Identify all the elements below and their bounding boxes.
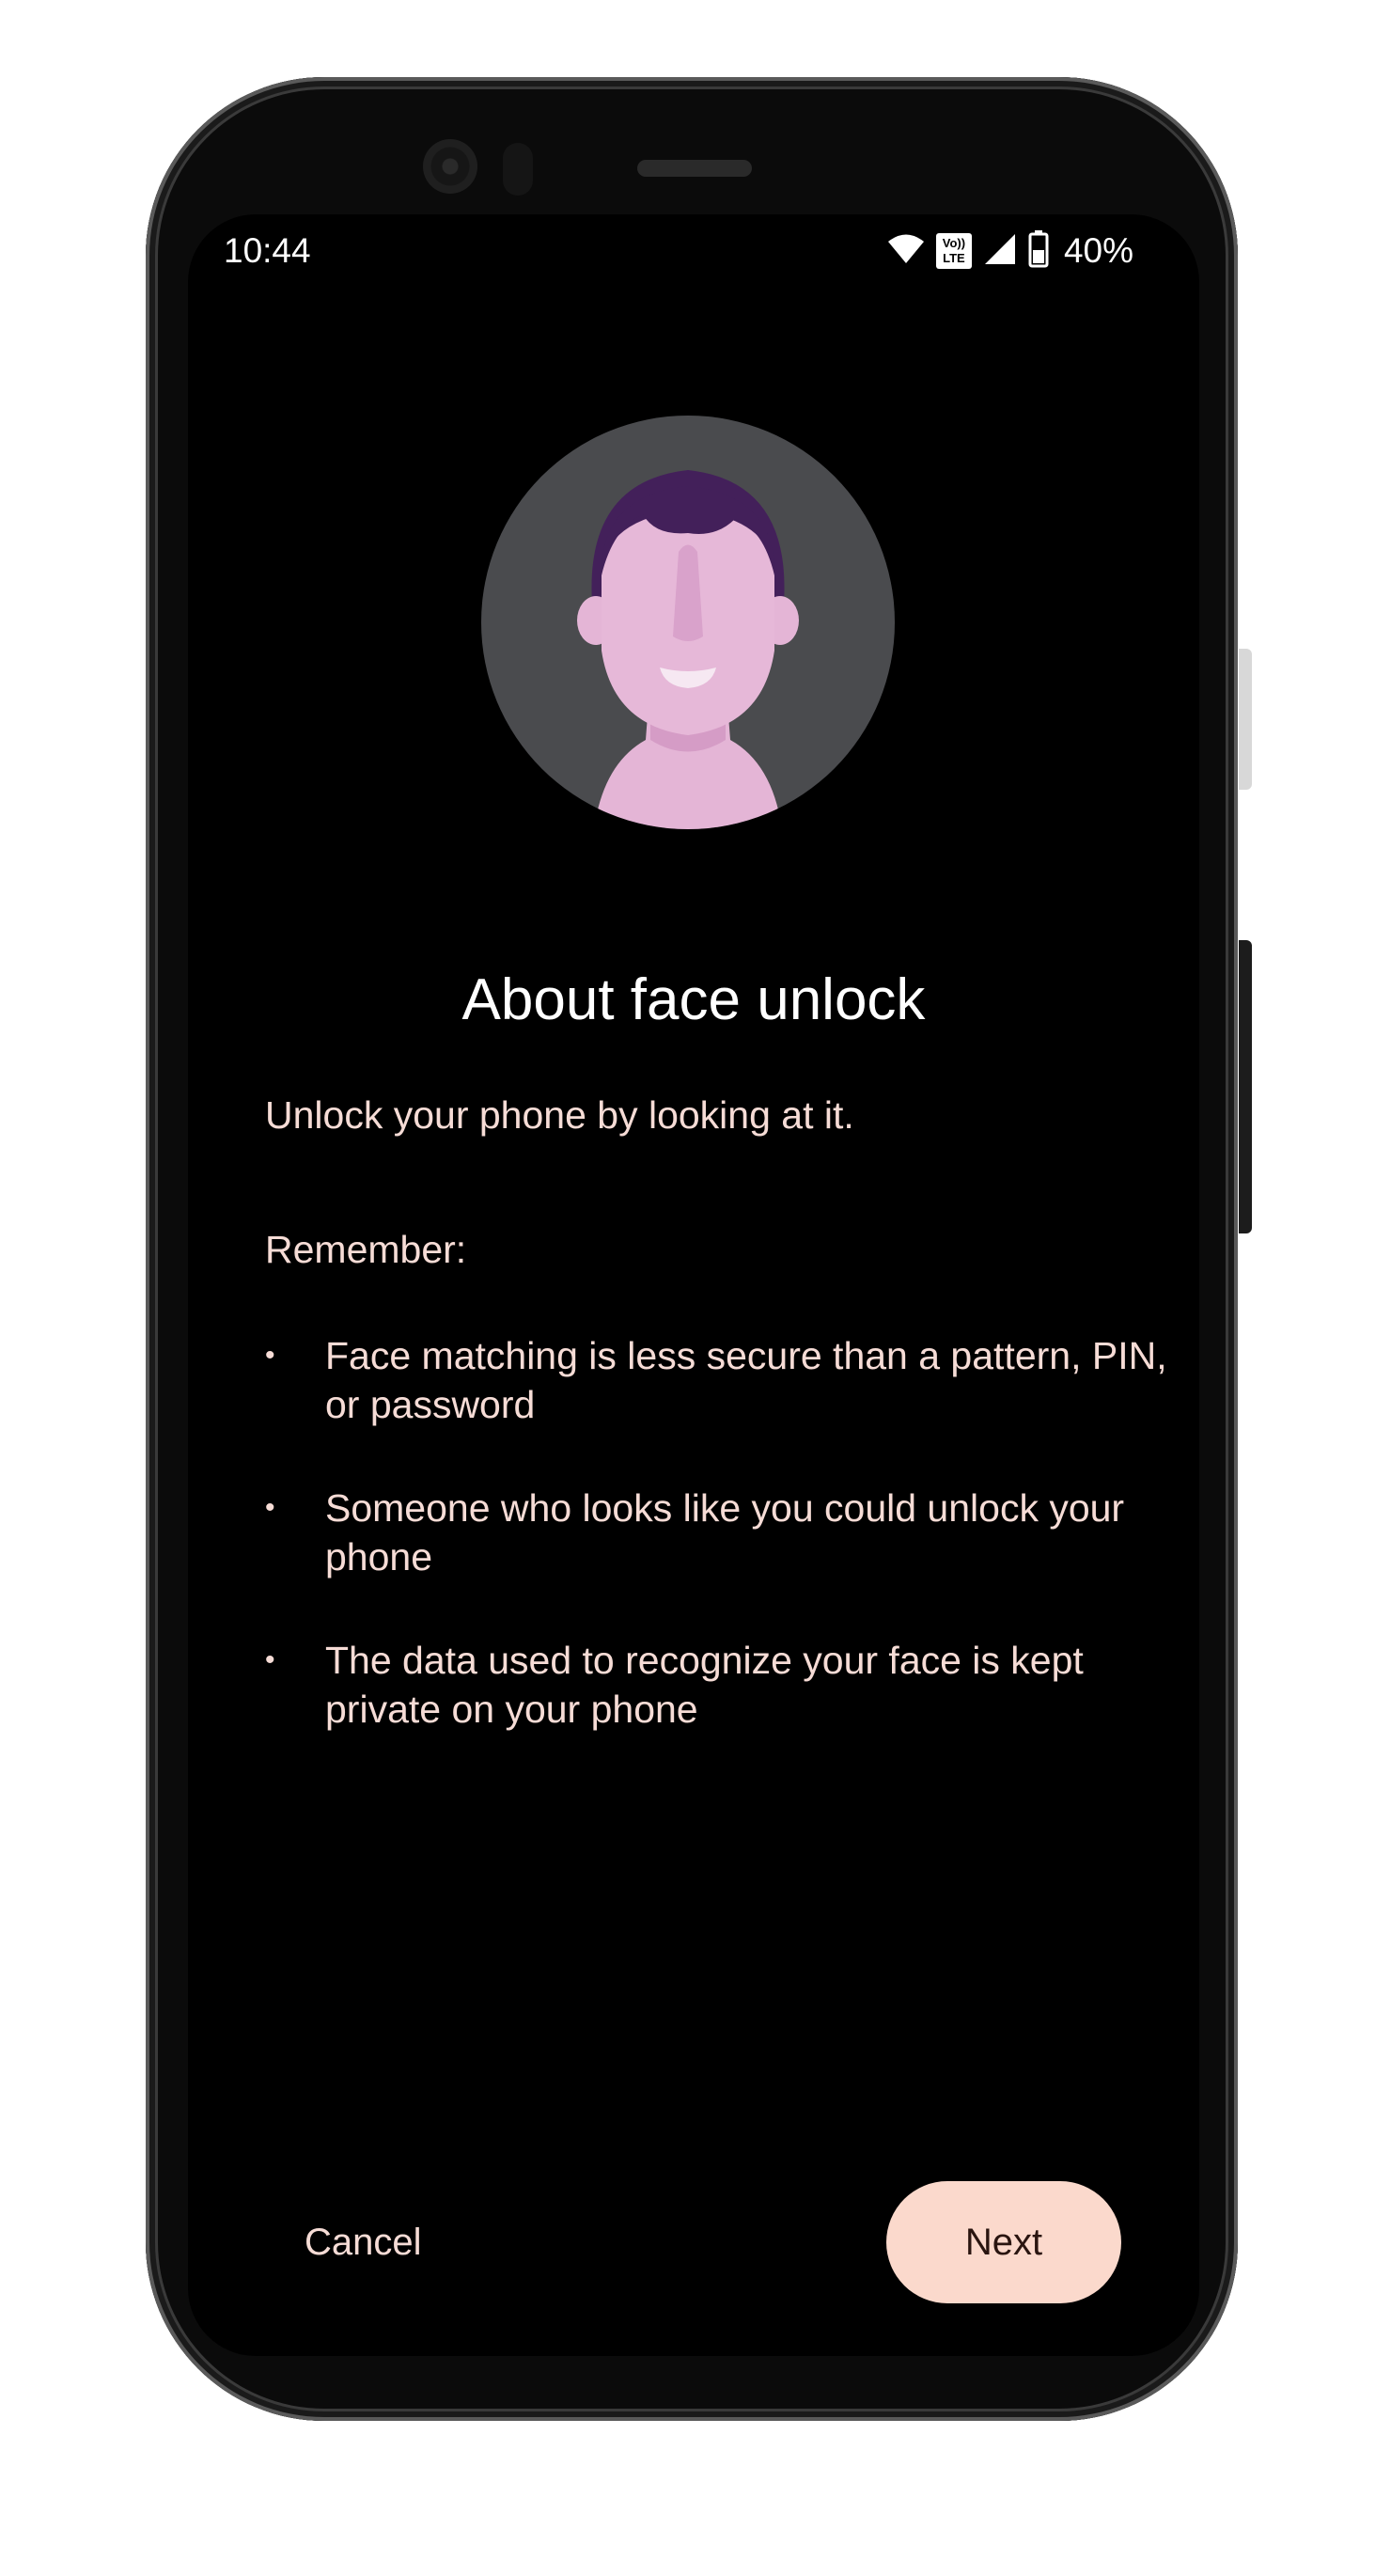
- battery-percent: 40%: [1063, 231, 1133, 270]
- face-illustration: [481, 416, 895, 829]
- remember-label: Remember:: [265, 1228, 467, 1271]
- battery-icon: [1028, 230, 1049, 272]
- next-button[interactable]: Next: [886, 2181, 1121, 2303]
- screen: 10:44 Vo)) LTE 40% About face unlock Unl…: [188, 214, 1199, 2356]
- bullet-icon: •: [265, 1492, 275, 1523]
- intro-text: Unlock your phone by looking at it.: [265, 1093, 854, 1137]
- wifi-icon: [887, 233, 925, 269]
- earpiece-speaker: [637, 160, 752, 177]
- face-sensor: [503, 143, 533, 196]
- remember-list: • Face matching is less secure than a pa…: [265, 1331, 1167, 1788]
- list-item: • Someone who looks like you could unloc…: [265, 1484, 1167, 1581]
- status-time: 10:44: [224, 231, 311, 270]
- bullet-icon: •: [265, 1340, 275, 1371]
- cellular-signal-icon: [983, 232, 1017, 270]
- power-button: [1239, 649, 1252, 790]
- list-item-text: Someone who looks like you could unlock …: [325, 1486, 1125, 1579]
- volte-icon: Vo)) LTE: [935, 233, 972, 269]
- status-icons: Vo)) LTE 40%: [887, 229, 1133, 273]
- bullet-icon: •: [265, 1644, 275, 1675]
- status-bar: 10:44 Vo)) LTE 40%: [188, 214, 1199, 290]
- list-item: • Face matching is less secure than a pa…: [265, 1331, 1167, 1429]
- cancel-button[interactable]: Cancel: [276, 2205, 445, 2280]
- volume-button: [1239, 940, 1252, 1233]
- list-item-text: Face matching is less secure than a patt…: [325, 1334, 1167, 1426]
- list-item-text: The data used to recognize your face is …: [325, 1639, 1084, 1731]
- list-item: • The data used to recognize your face i…: [265, 1636, 1167, 1734]
- front-camera: [423, 139, 477, 194]
- page-title: About face unlock: [461, 967, 926, 1032]
